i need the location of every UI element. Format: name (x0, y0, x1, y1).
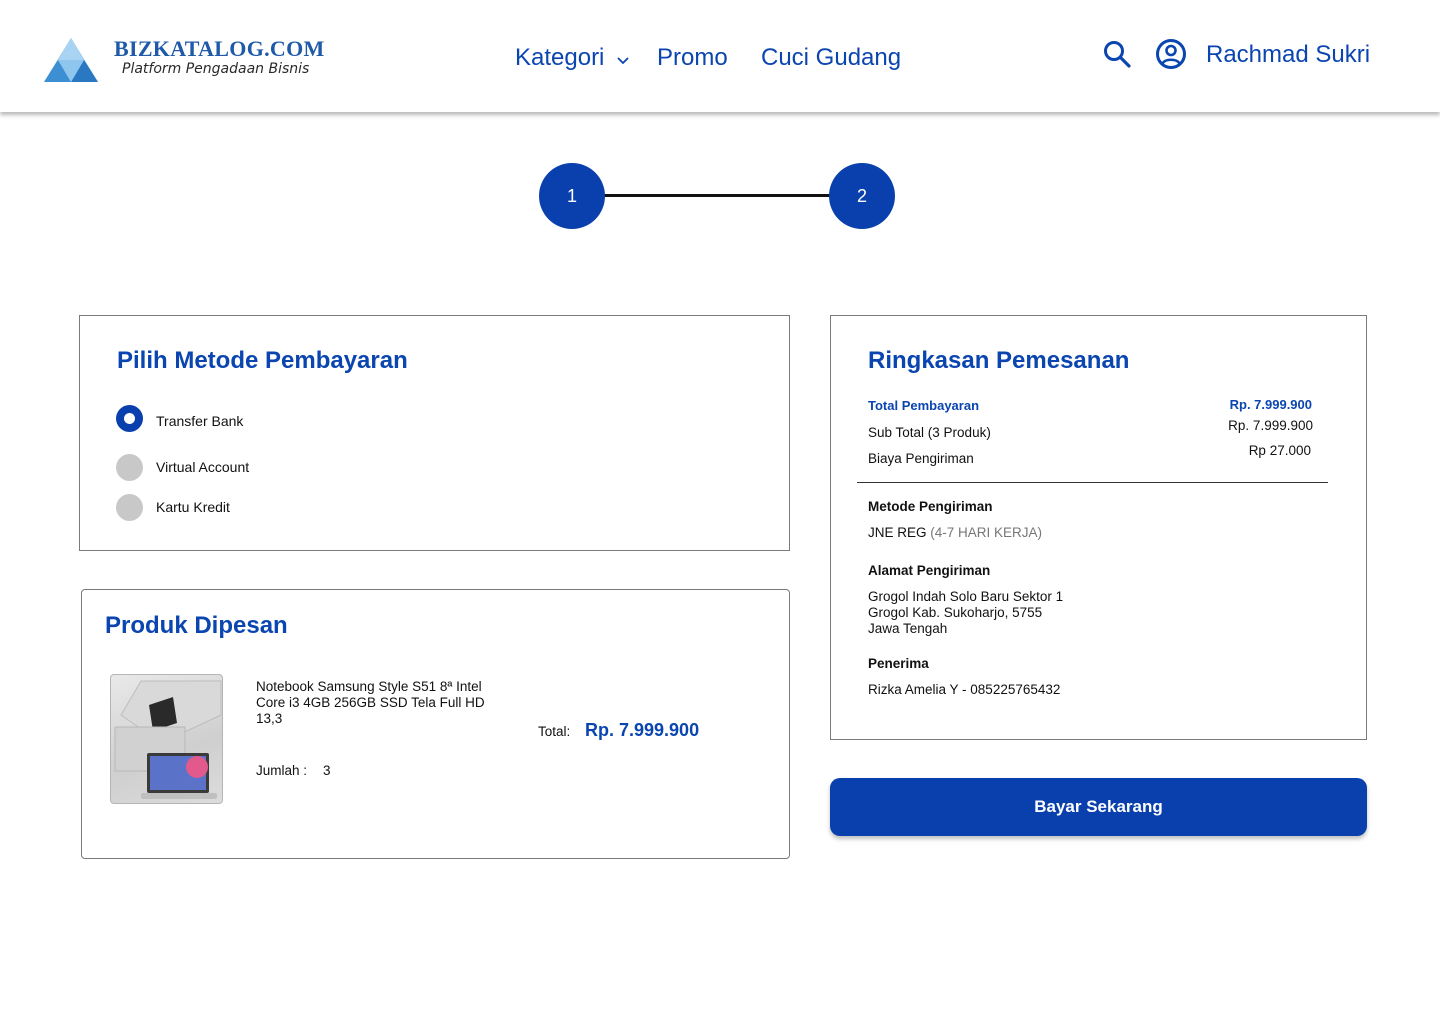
product-total: Rp. 7.999.900 (585, 720, 700, 740)
nav-cuci-gudang[interactable]: Cuci Gudang (761, 44, 901, 72)
top-header: BIZKATALOG.COM Platform Pengadaan Bisnis… (0, 0, 1440, 112)
nav-kategori[interactable]: Kategori (515, 44, 604, 72)
search-icon[interactable] (1102, 39, 1132, 69)
shipping-cost-label: Biaya Pengiriman (868, 451, 974, 466)
recipient-value: Rizka Amelia Y - 085225765432 (868, 682, 1061, 697)
radio-kartu-kredit[interactable] (116, 494, 143, 521)
order-summary-title: Ringkasan Pemesanan (868, 347, 1130, 374)
product-total-label: Total: (538, 724, 571, 739)
product-image (110, 674, 223, 804)
shipping-address-line-2: Grogol Kab. Sukoharjo, 5755 (868, 605, 1043, 620)
summary-divider (857, 482, 1328, 483)
stepper-connector (604, 194, 830, 197)
logo-triangle-icon (44, 38, 98, 82)
user-circle-icon[interactable] (1155, 38, 1187, 70)
radio-label-virtual-account[interactable]: Virtual Account (156, 459, 249, 475)
shipping-address-line-1: Grogol Indah Solo Baru Sektor 1 (868, 589, 1064, 604)
shipping-method-label: Metode Pengiriman (868, 499, 993, 514)
ordered-products-title: Produk Dipesan (105, 612, 288, 639)
shipping-cost-value: Rp 27.000 (1248, 443, 1311, 458)
shipping-duration: (4-7 HARI KERJA) (930, 525, 1043, 540)
subtotal-label: Sub Total (3 Produk) (868, 425, 991, 440)
pay-now-button[interactable]: Bayar Sekarang (830, 778, 1367, 836)
nav-promo[interactable]: Promo (657, 44, 728, 72)
total-payment-value: Rp. 7.999.900 (1229, 397, 1312, 412)
radio-label-kartu-kredit[interactable]: Kartu Kredit (156, 499, 230, 515)
radio-transfer-bank[interactable] (116, 405, 143, 432)
brand-logo[interactable]: BIZKATALOG.COM Platform Pengadaan Bisnis (42, 36, 332, 86)
laptop-image-icon (114, 680, 222, 799)
shipping-address-label: Alamat Pengiriman (868, 563, 991, 578)
payment-method-title: Pilih Metode Pembayaran (117, 347, 408, 374)
product-qty-label: Jumlah : (256, 763, 308, 778)
logo-title: BIZKATALOG.COM (114, 36, 325, 61)
shipping-method-value: JNE REG (4-7 HARI KERJA) (868, 525, 1042, 540)
step-2[interactable]: 2 (829, 163, 895, 229)
radio-label-transfer-bank[interactable]: Transfer Bank (156, 413, 243, 429)
subtotal-value: Rp. 7.999.900 (1228, 418, 1313, 433)
chevron-down-icon[interactable] (616, 54, 630, 68)
shipping-address-line-3: Jawa Tengah (868, 621, 948, 636)
step-1[interactable]: 1 (539, 163, 605, 229)
product-qty: 3 (323, 763, 331, 778)
logo-subtitle: Platform Pengadaan Bisnis (122, 61, 310, 77)
shipping-courier: JNE REG (868, 525, 927, 540)
total-payment-label: Total Pembayaran (868, 398, 980, 413)
recipient-label: Penerima (868, 656, 929, 671)
user-name[interactable]: Rachmad Sukri (1206, 41, 1370, 69)
radio-virtual-account[interactable] (116, 454, 143, 481)
product-name[interactable]: Notebook Samsung Style S51 8ª Intel Core… (256, 679, 486, 727)
